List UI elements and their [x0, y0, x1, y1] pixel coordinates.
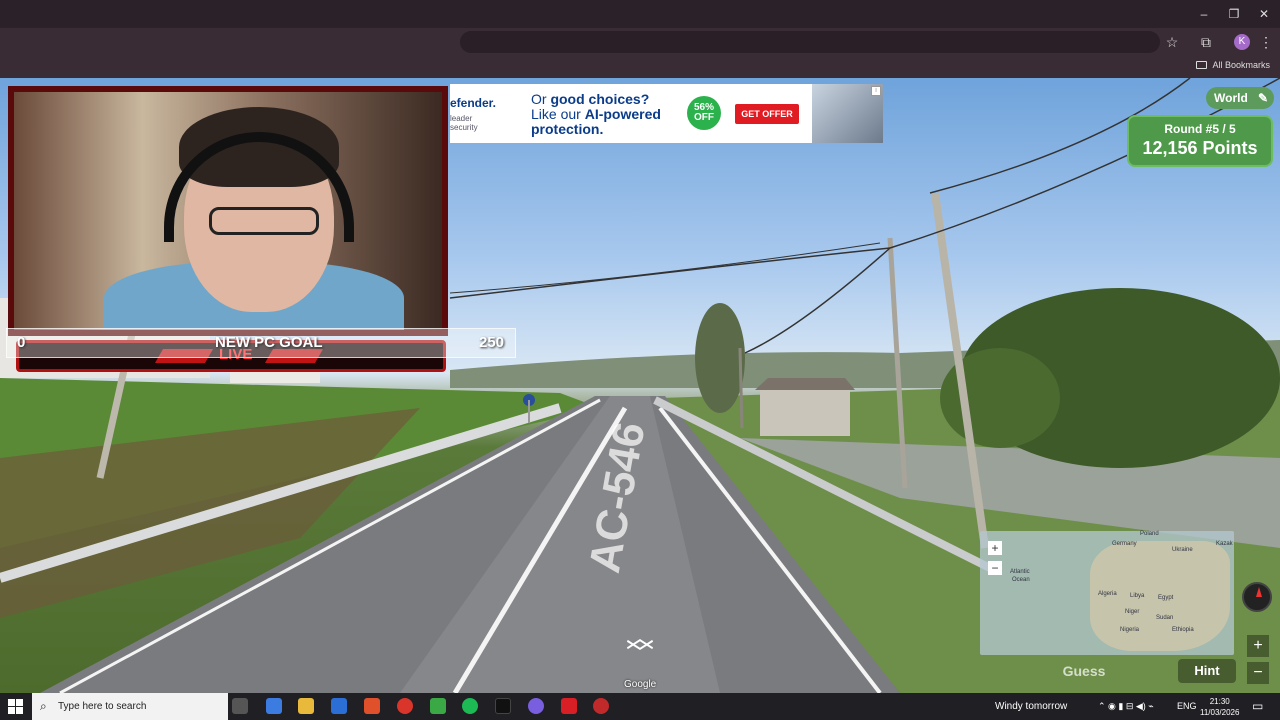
ad-get-offer-button[interactable]: GET OFFER [735, 104, 799, 124]
app-circle-icon[interactable] [593, 698, 609, 714]
hint-button[interactable]: Hint [1178, 659, 1236, 683]
all-bookmarks-button[interactable]: All Bookmarks [1196, 60, 1270, 70]
map-label: Ukraine [1172, 547, 1193, 553]
minimap-zoom-in-button[interactable]: + [988, 541, 1002, 555]
map-label: Sudan [1156, 615, 1174, 621]
ad-line3-bold: protection. [531, 121, 604, 137]
windows-taskbar: ⌕ Type here to search Windy tomorrow ⌃ ◉… [0, 693, 1280, 720]
minimap-zoom-out-button[interactable]: − [988, 561, 1002, 575]
map-name-label: World [1214, 91, 1248, 105]
brave-icon[interactable] [364, 698, 380, 714]
ad-banner[interactable]: efender. leader security Or good choices… [450, 84, 883, 143]
file-explorer-icon[interactable] [298, 698, 314, 714]
guess-button[interactable]: Guess [1050, 659, 1118, 683]
ad-line1-text: Or [531, 91, 551, 107]
map-label: Poland [1140, 531, 1159, 537]
street-view-panorama[interactable]: AC-546 efender. leader security Or good … [0, 78, 1280, 693]
goal-title: NEW PC GOAL [215, 334, 323, 351]
map-label: Atlantic [1010, 569, 1030, 575]
ad-line2-text: Like our [531, 106, 585, 122]
map-label: Ocean [1012, 577, 1030, 583]
map-label: Germany [1112, 541, 1137, 547]
ad-info-icon[interactable]: i [871, 86, 881, 96]
map-label: Nigeria [1120, 627, 1140, 633]
windows-start-icon[interactable] [8, 699, 23, 714]
map-label: Ethiopia [1172, 627, 1194, 633]
map-label: Libya [1130, 593, 1145, 599]
goal-target: 250 [479, 334, 505, 351]
browser-toolbar: ☆ ⧉ ⋮ [0, 28, 1280, 56]
notification-icon[interactable]: ▭ [1252, 699, 1263, 713]
profile-avatar[interactable]: K [1234, 34, 1250, 50]
copilot-icon[interactable] [266, 698, 282, 714]
pencil-icon: ✎ [1257, 91, 1268, 105]
menu-kebab-icon[interactable]: ⋮ [1256, 32, 1276, 52]
google-attribution: Google [624, 679, 657, 690]
ad-line2-bold: AI-powered [584, 106, 661, 122]
round-label: Round #5 / 5 [1164, 122, 1236, 136]
bookmarks-bar: All Bookmarks [0, 56, 1280, 78]
round-score-panel: Round #5 / 5 12,156 Points [1127, 115, 1273, 167]
goal-bar: 0 NEW PC GOAL 250 [6, 328, 516, 358]
map-label: Kazak [1216, 541, 1233, 547]
map-label: Niger [1125, 609, 1140, 615]
extensions-icon[interactable]: ⧉ [1196, 32, 1216, 52]
ad-headline: Or good choices? Like our AI-powered pro… [531, 92, 681, 137]
app-red-icon[interactable] [561, 698, 577, 714]
map-name-pill[interactable]: World ✎ [1206, 87, 1274, 109]
pano-nav-arrows[interactable]: ︿ ﹀ [614, 624, 666, 668]
webcam-frame [8, 86, 448, 336]
guess-minimap[interactable]: + − Poland Germany Ukraine Kazak Atlanti… [980, 531, 1234, 655]
spotify-icon[interactable] [462, 698, 478, 714]
tiktok-icon[interactable] [495, 698, 511, 714]
messenger-icon[interactable] [528, 698, 544, 714]
all-bookmarks-label: All Bookmarks [1212, 60, 1270, 70]
zoom-out-button[interactable]: − [1247, 662, 1269, 684]
taskbar-search-placeholder: Type here to search [58, 701, 147, 712]
close-button[interactable]: ✕ [1248, 0, 1280, 28]
address-bar[interactable] [460, 31, 1160, 53]
task-view-icon[interactable] [232, 698, 248, 714]
taskbar-clock[interactable]: 21:30 11/03/2026 [1200, 696, 1239, 718]
taskbar-search-box[interactable]: ⌕ Type here to search [32, 693, 228, 720]
star-icon[interactable]: ☆ [1162, 32, 1182, 52]
ad-line1-bold: good choices? [550, 91, 650, 107]
chrome-icon[interactable] [397, 698, 413, 714]
ad-brand-tagline: leader security [450, 114, 478, 132]
search-icon: ⌕ [40, 699, 47, 713]
points-label: 12,156 Points [1142, 138, 1258, 158]
xbox-icon[interactable] [430, 698, 446, 714]
ad-brand-name: efender. [450, 96, 497, 110]
map-label: Algeria [1098, 591, 1117, 597]
language-indicator[interactable]: ENG [1177, 701, 1197, 711]
browser-titlebar: – ❐ ✕ [0, 0, 1280, 28]
minimize-button[interactable]: – [1188, 0, 1220, 28]
goal-current: 0 [17, 334, 26, 351]
mail-icon[interactable] [331, 698, 347, 714]
map-label: Egypt [1158, 595, 1174, 601]
restore-button[interactable]: ❐ [1218, 0, 1250, 28]
clock-date: 11/03/2026 [1200, 708, 1240, 717]
folder-icon [1196, 61, 1208, 69]
compass-icon[interactable] [1242, 582, 1272, 612]
zoom-in-button[interactable]: + [1247, 635, 1269, 657]
system-tray-icons[interactable]: ⌃ ◉ ▮ ⊟ ◀) ⌁ [1098, 701, 1154, 712]
ad-discount-badge: 56% OFF [687, 96, 721, 130]
clock-time: 21:30 [1209, 697, 1230, 706]
weather-status[interactable]: Windy tomorrow [995, 701, 1067, 712]
